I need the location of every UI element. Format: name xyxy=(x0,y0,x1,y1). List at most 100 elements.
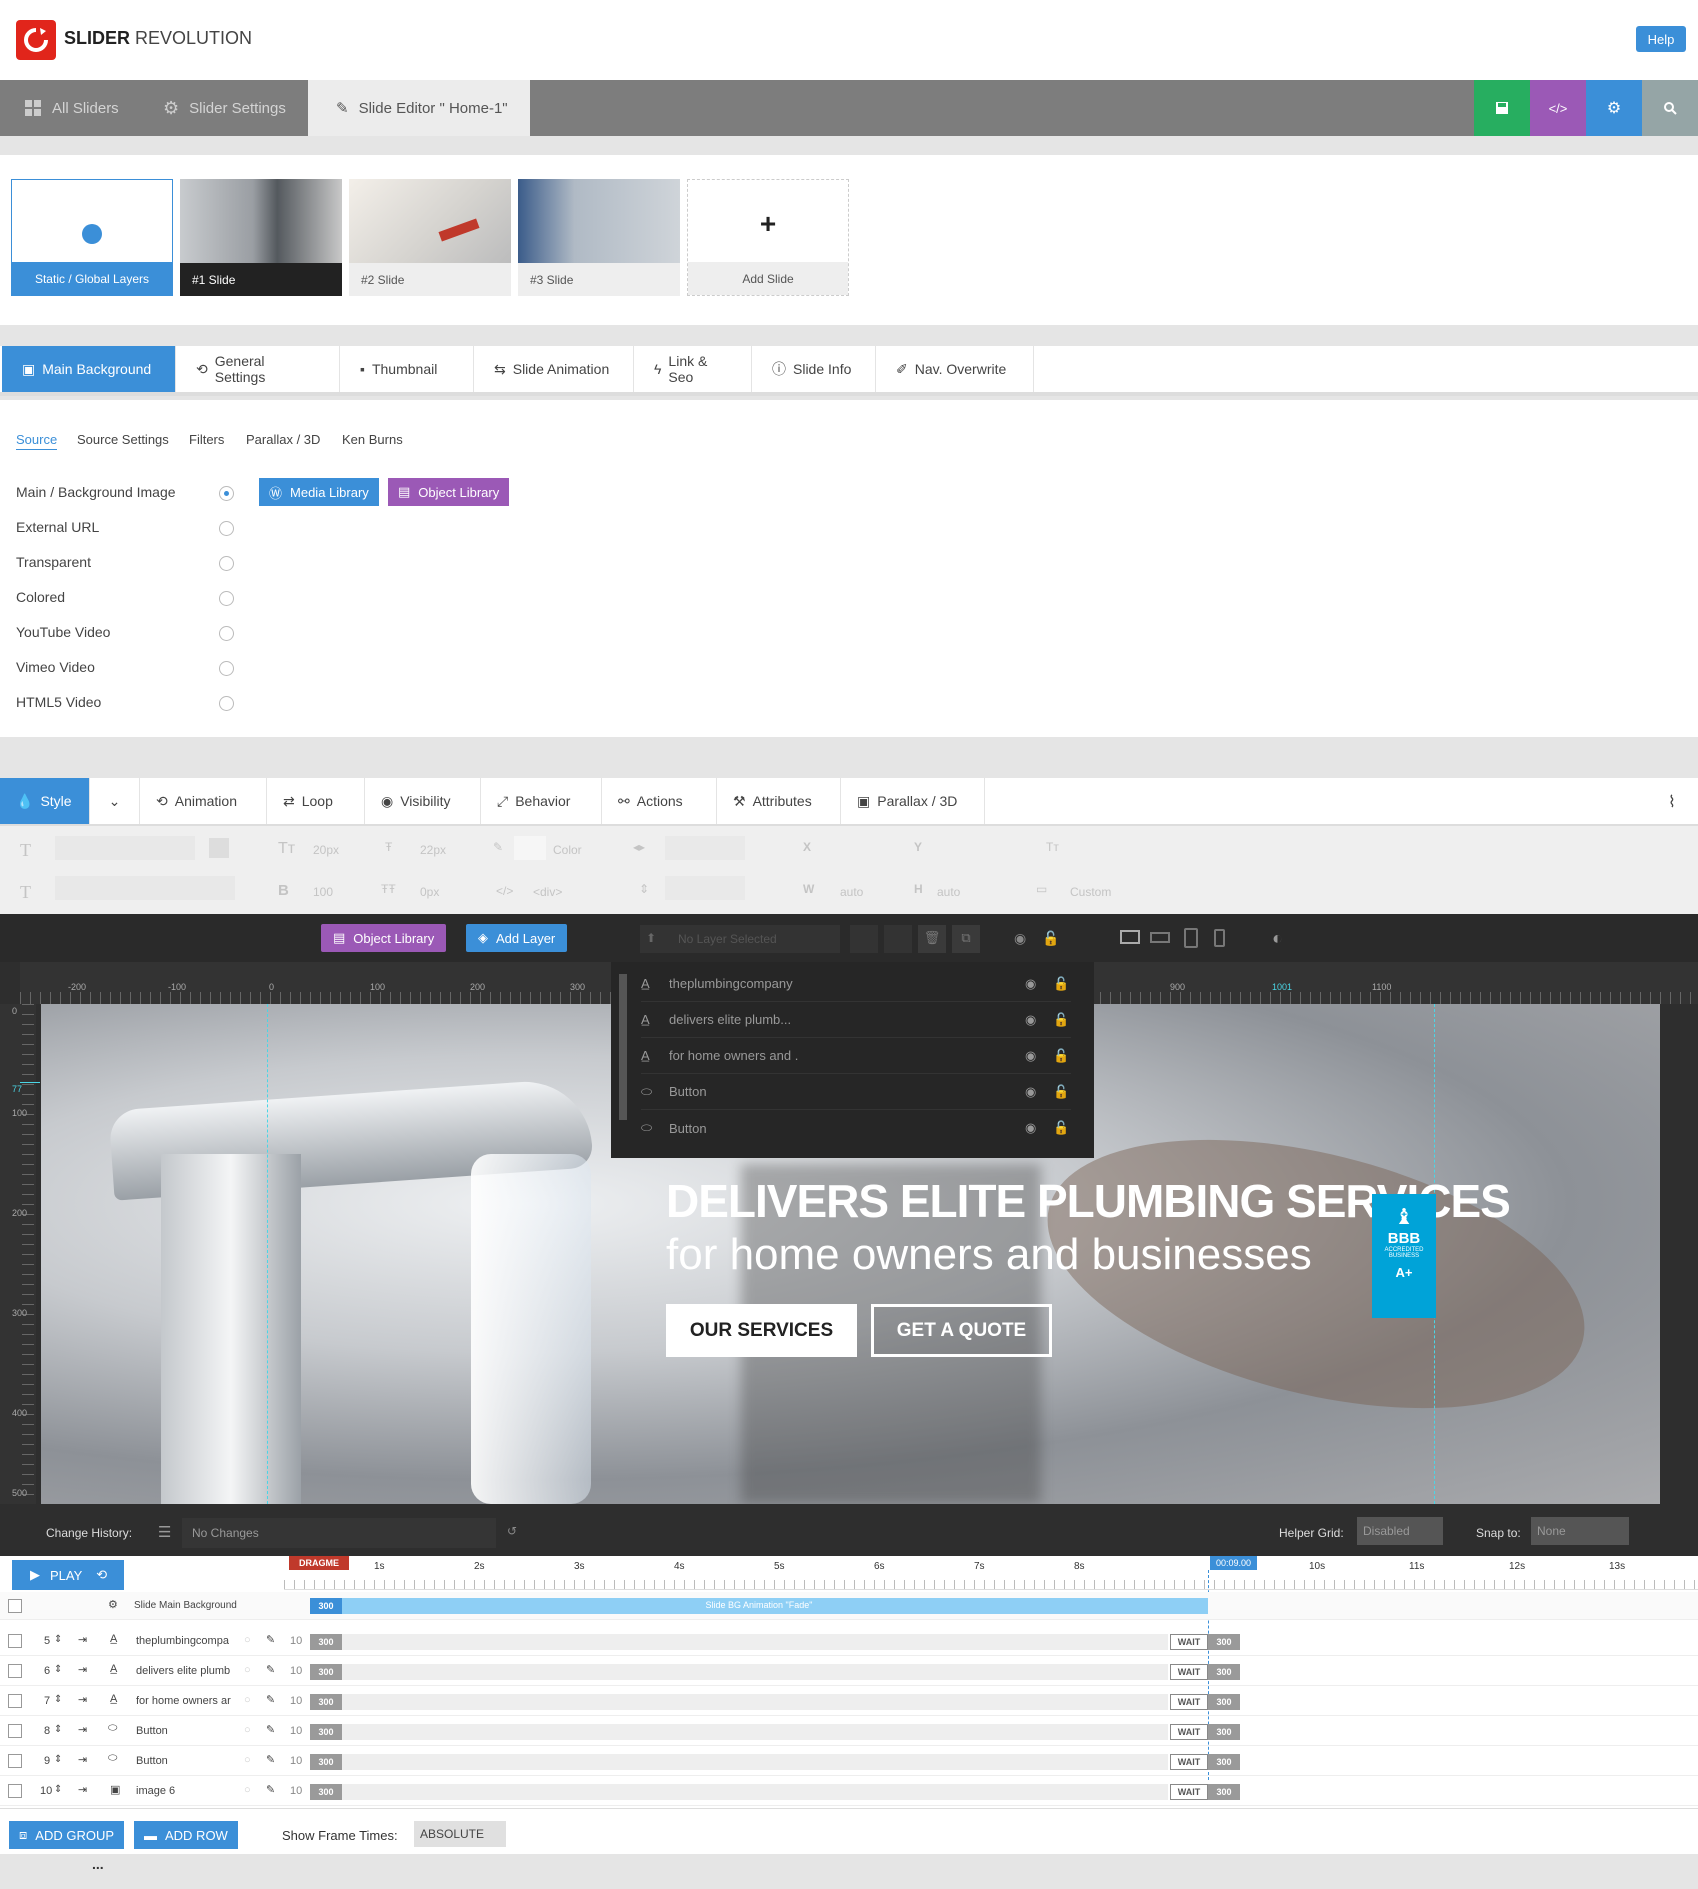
unlock-icon[interactable]: 🔓 xyxy=(1053,1120,1071,1136)
row-checkbox[interactable] xyxy=(8,1754,22,1768)
duplicate-icon[interactable]: ⧉ xyxy=(952,925,980,953)
tab-style[interactable]: 💧 Style xyxy=(0,778,90,824)
arrow-up-icon[interactable]: ⬆ xyxy=(646,931,656,945)
row-checkbox[interactable] xyxy=(8,1694,22,1708)
visibility-toggle-icon[interactable]: ○ xyxy=(244,1754,251,1766)
snap-to-select[interactable]: None xyxy=(1531,1517,1629,1545)
visibility-toggle-icon[interactable]: ○ xyxy=(244,1634,251,1646)
helper-grid-select[interactable]: Disabled xyxy=(1357,1517,1443,1545)
layer-duration-bar[interactable] xyxy=(310,1724,1168,1740)
radio-external-url[interactable] xyxy=(219,521,234,536)
line-height-input[interactable]: 22px xyxy=(420,843,446,857)
style-select[interactable] xyxy=(55,876,235,900)
cover-mode-select[interactable]: Custom xyxy=(1070,885,1111,899)
tab-slide-info[interactable]: ⓘ Slide Info xyxy=(752,346,876,392)
help-button[interactable]: Help xyxy=(1636,26,1686,52)
font-weight-input[interactable]: 100 xyxy=(313,885,333,899)
play-button[interactable]: ▶ PLAY ⟲ xyxy=(12,1560,124,1590)
add-group-button[interactable]: ⧈ ADD GROUP xyxy=(9,1821,125,1849)
radio-youtube-video[interactable] xyxy=(219,626,234,641)
color-swatch[interactable] xyxy=(514,836,546,860)
eye-icon[interactable]: ◉ xyxy=(1025,1084,1053,1100)
eye-icon[interactable]: ◉ xyxy=(1025,1012,1053,1028)
tab-stop-icon[interactable]: ⇥ xyxy=(78,1633,87,1646)
drag-me-handle[interactable]: DRAGME xyxy=(289,1556,349,1570)
slide-2[interactable]: #2 Slide xyxy=(349,179,511,296)
width-input[interactable]: auto xyxy=(840,885,863,899)
scrollbar[interactable] xyxy=(619,974,627,1120)
undo-icon[interactable]: ↺ xyxy=(507,1524,517,1538)
layer-list-item[interactable]: ⬭ Button ◉ 🔓 xyxy=(641,1074,1071,1110)
radio-html5-video[interactable] xyxy=(219,696,234,711)
get-a-quote-button[interactable]: GET A QUOTE xyxy=(871,1304,1052,1357)
radio-transparent[interactable] xyxy=(219,556,234,571)
nav-slider-settings[interactable]: ⚙ Slider Settings xyxy=(163,80,286,136)
our-services-button[interactable]: OUR SERVICES xyxy=(666,1304,857,1357)
media-library-button[interactable]: Ⓦ Media Library xyxy=(259,478,379,506)
tab-stop-icon[interactable]: ⇥ xyxy=(78,1693,87,1706)
radio-vimeo-video[interactable] xyxy=(219,661,234,676)
visibility-toggle-icon[interactable]: ○ xyxy=(244,1724,251,1736)
search-button[interactable] xyxy=(1642,80,1698,136)
desktop-icon[interactable] xyxy=(1120,930,1140,944)
timeline-row[interactable]: 6 ⇕ ⇥ A̲ delivers elite plumb ○ ✎ 10 300… xyxy=(0,1656,1698,1686)
tab-slide-animation[interactable]: ⇆ Slide Animation xyxy=(474,346,634,392)
pencil-icon[interactable]: ✎ xyxy=(266,1753,275,1766)
subtab-parallax-3d[interactable]: Parallax / 3D xyxy=(246,432,320,447)
visibility-toggle-icon[interactable]: ○ xyxy=(244,1664,251,1676)
subtab-ken-burns[interactable]: Ken Burns xyxy=(342,432,403,447)
tab-parallax-3d[interactable]: ▣ Parallax / 3D xyxy=(841,778,985,824)
add-slide-button[interactable]: + Add Slide xyxy=(687,179,849,296)
tab-behavior[interactable]: ⤢ Behavior xyxy=(481,778,602,824)
tab-main-background[interactable]: ▣ Main Background xyxy=(2,346,176,392)
timeline-row[interactable]: 8 ⇕ ⇥ ⬭ Button ○ ✎ 10 300 WAIT 300 xyxy=(0,1716,1698,1746)
visibility-toggle-icon[interactable]: ○ xyxy=(244,1694,251,1706)
bbb-badge[interactable]: ♝ BBB ACCREDITED BUSINESS A+ xyxy=(1372,1194,1436,1318)
style-dropdown-toggle[interactable]: ⌄ xyxy=(90,778,140,824)
row-checkbox[interactable] xyxy=(8,1634,22,1648)
paperclip-icon[interactable]: ⌇ xyxy=(1668,792,1676,812)
slide-1[interactable]: #1 Slide xyxy=(180,179,342,296)
menu-icon[interactable]: ☰ xyxy=(158,1523,171,1541)
bg-animation-bar[interactable]: 300 Slide BG Animation "Fade" xyxy=(310,1598,1208,1614)
unlock-icon[interactable]: 🔓 xyxy=(1053,1048,1071,1064)
tab-thumbnail[interactable]: ▪ Thumbnail xyxy=(340,346,474,392)
timeline-row[interactable]: 10 ⇕ ⇥ ▣ image 6 ○ ✎ 10 300 WAIT 300 xyxy=(0,1776,1698,1806)
time-ruler[interactable]: 1s 2s 3s 4s 5s 6s 7s 8s 10s 11s 12s 13s xyxy=(284,1556,1698,1590)
tab-animation[interactable]: ⟲ Animation xyxy=(140,778,267,824)
unlock-icon[interactable]: 🔓 xyxy=(1042,930,1059,947)
object-library-button[interactable]: ▤ Object Library xyxy=(321,924,447,952)
code-button[interactable]: </> xyxy=(1530,80,1586,136)
row-checkbox[interactable] xyxy=(8,1724,22,1738)
layer-list-item[interactable]: A̲ delivers elite plumb... ◉ 🔓 xyxy=(641,1002,1071,1038)
height-input[interactable]: auto xyxy=(937,885,960,899)
layer-duration-bar[interactable] xyxy=(310,1664,1168,1680)
unlock-icon[interactable]: 🔓 xyxy=(1053,1012,1071,1028)
timeline-row[interactable]: 7 ⇕ ⇥ A̲ for home owners ar ○ ✎ 10 300 W… xyxy=(0,1686,1698,1716)
layer-list-item[interactable]: ⬭ Button ◉ 🔓 xyxy=(641,1110,1071,1146)
layer-list-item[interactable]: A̲ theplumbingcompany ◉ 🔓 xyxy=(641,966,1071,1002)
sort-icon[interactable]: ⇕ xyxy=(54,1784,62,1795)
row-checkbox[interactable] xyxy=(8,1599,22,1613)
font-size-input[interactable]: 20px xyxy=(313,843,339,857)
save-style-icon[interactable] xyxy=(209,838,229,858)
pencil-icon[interactable]: ✎ xyxy=(266,1633,275,1646)
align-buttons[interactable] xyxy=(665,836,745,860)
layer-action-button[interactable] xyxy=(850,925,878,953)
mobile-icon[interactable] xyxy=(1214,929,1225,947)
slide-end-time[interactable]: 00:09.00 xyxy=(1210,1556,1258,1570)
nav-all-sliders[interactable]: All Sliders xyxy=(24,80,119,136)
pencil-icon[interactable]: ✎ xyxy=(266,1723,275,1736)
sort-icon[interactable]: ⇕ xyxy=(54,1724,62,1735)
layer-list-item[interactable]: A̲ for home owners and . ◉ 🔓 xyxy=(641,1038,1071,1074)
subtab-source-settings[interactable]: Source Settings xyxy=(77,432,169,447)
tab-visibility[interactable]: ◉ Visibility xyxy=(365,778,481,824)
tab-stop-icon[interactable]: ⇥ xyxy=(78,1663,87,1676)
radio-colored[interactable] xyxy=(219,591,234,606)
unlock-icon[interactable]: 🔓 xyxy=(1053,1084,1071,1100)
layer-duration-bar[interactable] xyxy=(310,1754,1168,1770)
eye-icon[interactable]: ◉ xyxy=(1025,1120,1053,1136)
nav-slide-editor[interactable]: ✎ Slide Editor " Home-1" xyxy=(308,80,530,136)
layer-duration-bar[interactable] xyxy=(310,1634,1168,1650)
pencil-icon[interactable]: ✎ xyxy=(266,1663,275,1676)
